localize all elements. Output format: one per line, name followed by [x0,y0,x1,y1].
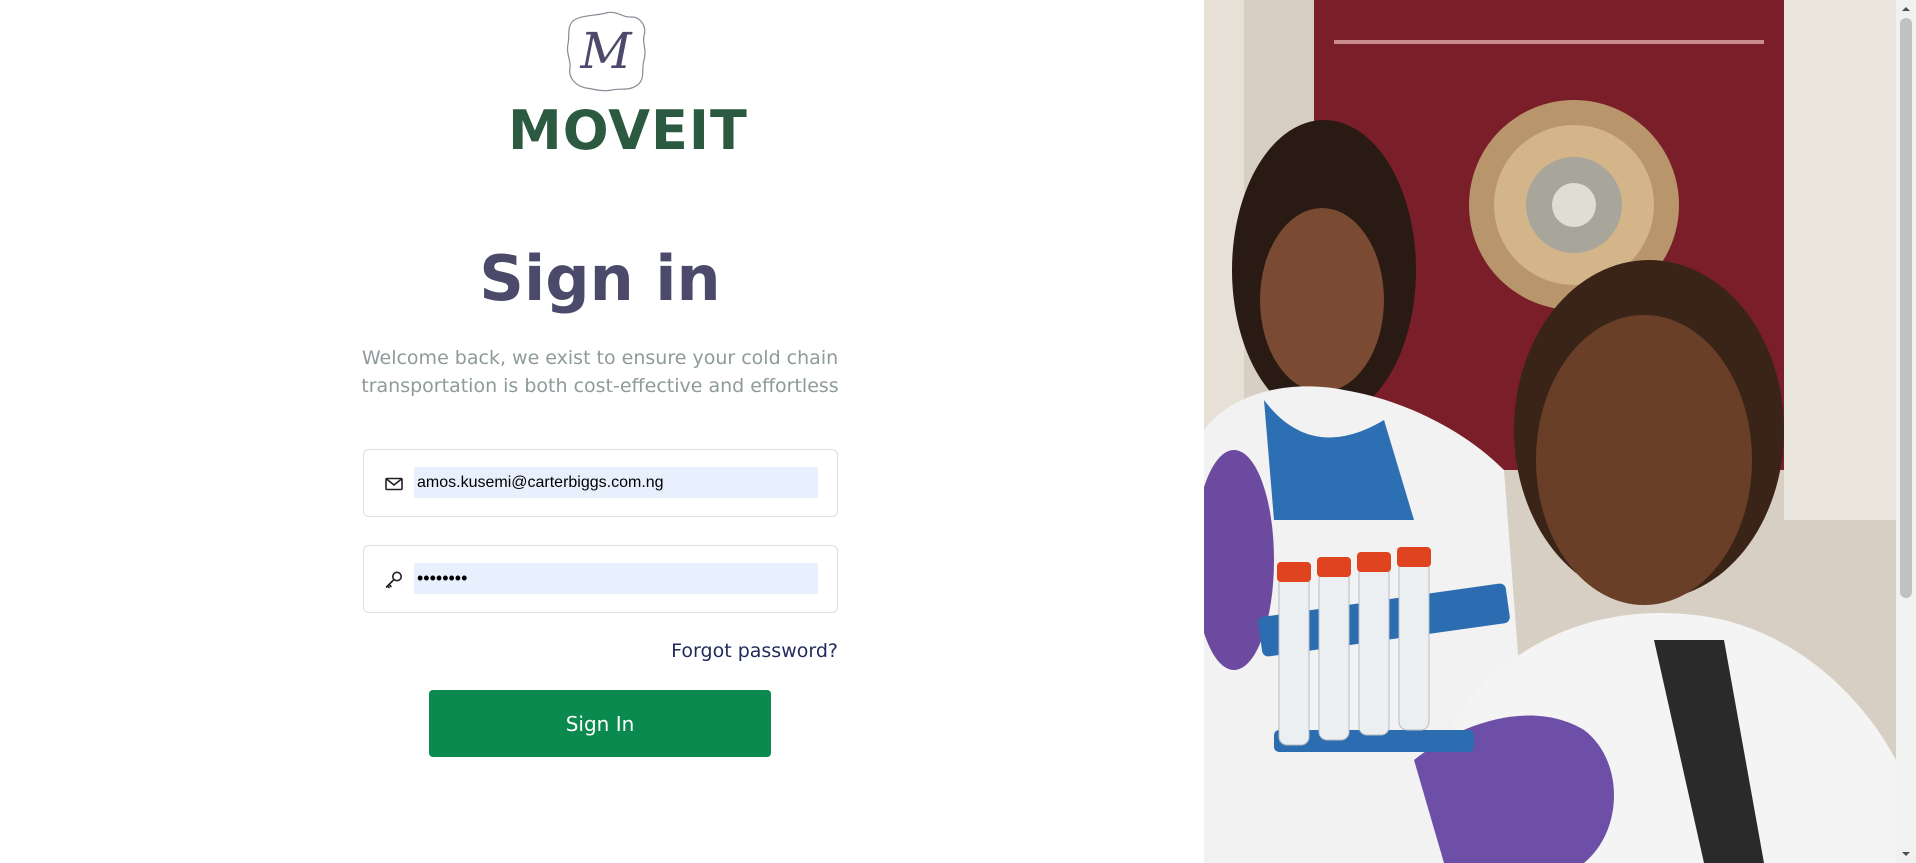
password-field[interactable] [363,545,838,613]
sign-in-button[interactable]: Sign In [429,690,771,757]
login-panel: M MOVEIT Sign in Welcome back, we exist … [0,0,1204,863]
hero-photo [1204,0,1896,863]
logo-letter: M [579,22,633,80]
email-field[interactable] [363,449,838,517]
scrollbar-thumb[interactable] [1900,18,1912,598]
page-title: Sign in [479,242,721,315]
subtitle-line-2: transportation is both cost-effective an… [361,375,839,397]
forgot-password-link[interactable]: Forgot password? [600,640,838,662]
lab-technicians-image [1204,0,1896,863]
logo-badge-icon: M [566,11,646,92]
subtitle-line-1: Welcome back, we exist to ensure your co… [361,347,839,369]
mail-icon [385,477,403,491]
scroll-down-arrow-icon[interactable] [1900,848,1912,860]
key-icon [385,571,402,589]
page-scrollbar[interactable] [1896,0,1916,863]
password-input[interactable] [414,563,818,594]
email-input[interactable] [414,467,818,498]
scroll-up-arrow-icon[interactable] [1900,3,1912,15]
moveit-logo: M MOVEIT [508,10,748,162]
logo-wordmark: MOVEIT [508,99,748,162]
page-subtitle: Welcome back, we exist to ensure your co… [360,344,840,400]
